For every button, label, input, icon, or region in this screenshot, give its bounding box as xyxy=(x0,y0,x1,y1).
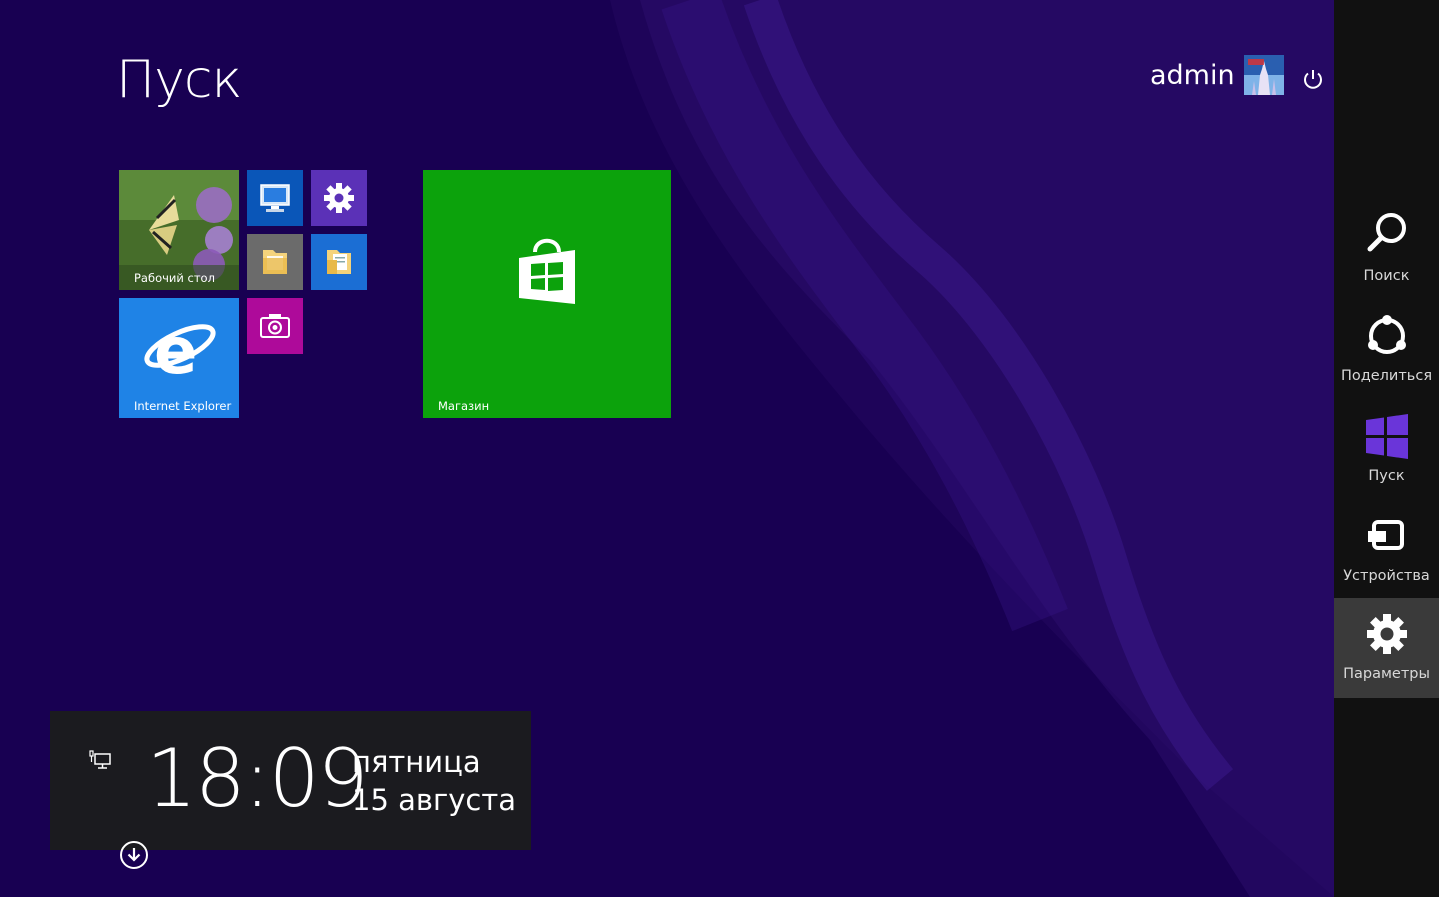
charms-bar: Поиск Поделиться Пуск Устройства Парамет… xyxy=(1334,0,1439,897)
all-apps-arrow-icon[interactable] xyxy=(119,840,149,870)
charm-settings-label: Параметры xyxy=(1343,666,1430,682)
charm-start[interactable]: Пуск xyxy=(1334,408,1439,508)
tile-desktop-label: Рабочий стол xyxy=(134,271,215,285)
clock-panel: 18:09 пятница 15 августа xyxy=(50,711,531,850)
tile-pc-settings[interactable] xyxy=(311,170,367,226)
tile-documents[interactable] xyxy=(311,234,367,290)
camera-icon xyxy=(260,314,290,338)
clock-time: 18:09 xyxy=(146,732,369,825)
clock-date: 15 августа xyxy=(352,783,516,817)
store-bag-icon xyxy=(519,238,575,304)
user-name: admin xyxy=(1150,59,1235,91)
tile-camera[interactable] xyxy=(247,298,303,354)
tile-desktop[interactable]: Рабочий стол xyxy=(119,170,239,290)
tile-store[interactable]: Магазин xyxy=(423,170,671,418)
svg-text:e: e xyxy=(154,315,197,389)
computer-icon xyxy=(260,184,290,212)
search-icon xyxy=(1367,213,1406,252)
tile-ie-label: Internet Explorer xyxy=(134,399,232,413)
network-icon xyxy=(89,750,111,769)
windows-logo-icon xyxy=(1365,414,1408,459)
charm-search[interactable]: Поиск xyxy=(1334,208,1439,308)
tile-this-pc[interactable] xyxy=(247,170,303,226)
devices-icon xyxy=(1367,520,1404,550)
clock-day: пятница xyxy=(352,745,481,779)
gear-icon xyxy=(324,183,354,213)
tile-internet-explorer[interactable]: e Internet Explorer xyxy=(119,298,239,418)
start-title: Пуск xyxy=(116,50,242,110)
folder-icon xyxy=(263,250,287,274)
charm-devices-label: Устройства xyxy=(1343,568,1430,584)
charm-settings[interactable]: Параметры xyxy=(1334,598,1439,698)
charm-start-label: Пуск xyxy=(1368,468,1405,484)
documents-folder-icon xyxy=(327,250,351,274)
charm-devices[interactable]: Устройства xyxy=(1334,508,1439,608)
tile-file-explorer[interactable] xyxy=(247,234,303,290)
charm-search-label: Поиск xyxy=(1363,268,1410,284)
charm-share[interactable]: Поделиться xyxy=(1334,308,1439,408)
user-account[interactable]: admin xyxy=(1150,55,1284,95)
gear-icon xyxy=(1366,614,1407,654)
tile-store-label: Магазин xyxy=(438,399,490,413)
user-avatar xyxy=(1243,55,1284,95)
share-icon xyxy=(1367,315,1406,354)
power-icon[interactable] xyxy=(1300,66,1326,92)
charm-share-label: Поделиться xyxy=(1340,368,1433,384)
